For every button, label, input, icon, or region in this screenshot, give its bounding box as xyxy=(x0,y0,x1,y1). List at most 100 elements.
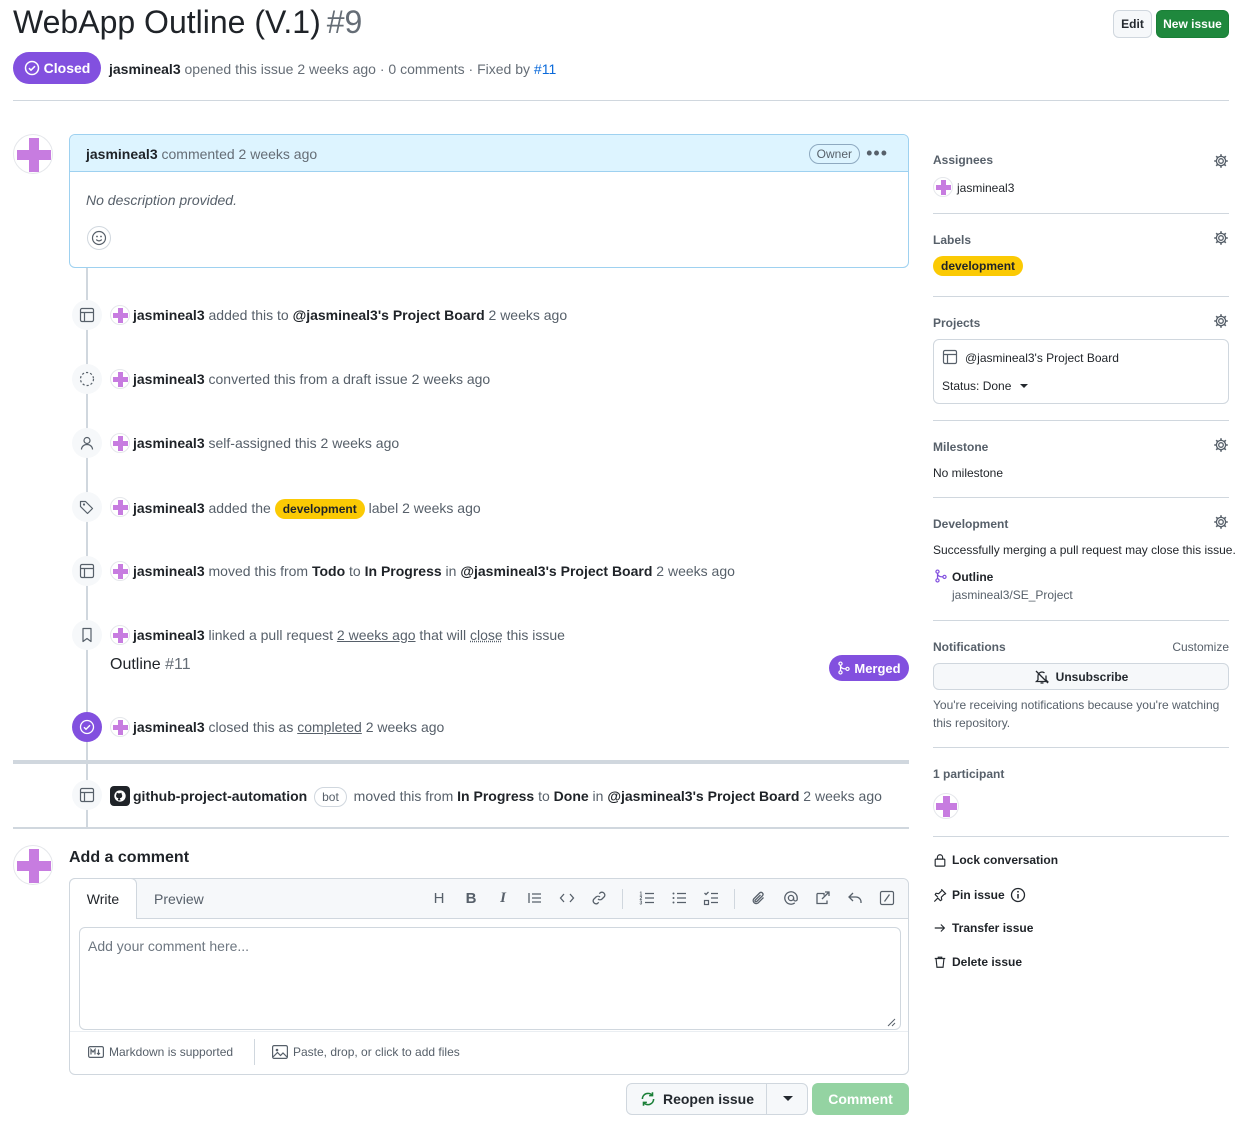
delete-issue[interactable]: Delete issue xyxy=(933,955,1022,969)
avatar[interactable] xyxy=(110,497,130,517)
trash-icon xyxy=(934,956,946,968)
reopen-issue-main[interactable]: Reopen issue xyxy=(627,1084,767,1114)
avatar[interactable] xyxy=(933,793,959,819)
bold-icon[interactable]: B xyxy=(462,889,480,907)
project-link[interactable]: @jasmineal3's Project Board xyxy=(460,563,652,579)
avatar[interactable] xyxy=(13,134,53,174)
projects-section: Projects xyxy=(933,313,1229,330)
event-user[interactable]: jasmineal3 xyxy=(133,563,205,579)
event-time[interactable]: 2 weeks ago xyxy=(656,563,735,579)
tab-write[interactable]: Write xyxy=(69,878,137,919)
customize-link[interactable]: Customize xyxy=(1172,640,1229,654)
completed-link[interactable]: completed xyxy=(297,719,362,735)
chevron-down-icon[interactable] xyxy=(1020,384,1028,388)
linked-pr-name[interactable]: Outline xyxy=(952,570,993,584)
info-icon[interactable] xyxy=(1010,887,1026,903)
timeline-event: jasmineal3 converted this from a draft i… xyxy=(133,371,490,387)
labels-heading[interactable]: Labels xyxy=(933,233,1229,247)
task-list-icon[interactable] xyxy=(702,889,720,907)
author-link[interactable]: jasmineal3 xyxy=(109,61,181,77)
lock-conversation[interactable]: Lock conversation xyxy=(933,853,1058,867)
avatar[interactable] xyxy=(110,305,130,325)
gear-icon[interactable] xyxy=(1213,437,1229,453)
event-user[interactable]: jasmineal3 xyxy=(133,371,205,387)
event-text: in xyxy=(445,563,457,579)
label-development[interactable]: development xyxy=(274,499,365,519)
table-icon xyxy=(72,780,102,810)
event-text: to xyxy=(538,788,550,804)
linked-pr[interactable]: Outline #11 xyxy=(110,656,191,674)
issue-comment: jasmineal3 commented 2 weeks ago Owner •… xyxy=(69,134,909,268)
cross-reference-icon[interactable] xyxy=(814,889,832,907)
comment-submit-button[interactable]: Comment xyxy=(812,1083,909,1115)
project-link[interactable]: @jasmineal3's Project Board xyxy=(293,307,485,323)
project-name[interactable]: @jasmineal3's Project Board xyxy=(965,351,1119,365)
column-from: Todo xyxy=(311,563,346,579)
tag-icon xyxy=(72,492,102,522)
fixed-by-link[interactable]: #11 xyxy=(534,61,556,77)
event-time[interactable]: 2 weeks ago xyxy=(337,627,416,643)
reopen-issue-button[interactable]: Reopen issue xyxy=(626,1083,808,1115)
add-reaction-button[interactable] xyxy=(87,226,111,250)
paperclip-icon[interactable] xyxy=(750,889,768,907)
avatar[interactable] xyxy=(110,625,130,645)
github-icon[interactable] xyxy=(110,786,130,806)
linked-pr-repo[interactable]: jasmineal3/SE_Project xyxy=(952,588,1073,602)
edit-button[interactable]: Edit xyxy=(1113,10,1152,38)
event-user[interactable]: github-project-automation xyxy=(133,788,307,804)
reply-icon[interactable] xyxy=(846,889,864,907)
label-development[interactable]: development xyxy=(933,256,1024,276)
transfer-issue[interactable]: Transfer issue xyxy=(933,921,1033,935)
bookmark-icon xyxy=(72,620,102,650)
projects-heading[interactable]: Projects xyxy=(933,316,1229,330)
mention-icon[interactable] xyxy=(782,889,800,907)
event-time[interactable]: 2 weeks ago xyxy=(803,788,882,804)
gear-icon[interactable] xyxy=(1213,313,1229,329)
avatar[interactable] xyxy=(110,433,130,453)
event-user[interactable]: jasmineal3 xyxy=(133,307,205,323)
event-time[interactable]: 2 weeks ago xyxy=(489,307,568,323)
unordered-list-icon[interactable] xyxy=(670,889,688,907)
avatar[interactable] xyxy=(933,177,953,197)
quote-icon[interactable] xyxy=(526,889,544,907)
avatar[interactable] xyxy=(110,717,130,737)
slash-commands-icon[interactable] xyxy=(878,889,896,907)
event-user[interactable]: jasmineal3 xyxy=(133,719,205,735)
event-time[interactable]: 2 weeks ago xyxy=(366,719,445,735)
link-icon[interactable] xyxy=(590,889,608,907)
code-icon[interactable] xyxy=(558,889,576,907)
unsubscribe-button[interactable]: Unsubscribe xyxy=(933,663,1229,690)
pr-title[interactable]: Outline xyxy=(110,656,161,673)
avatar[interactable] xyxy=(13,845,53,885)
gear-icon[interactable] xyxy=(1213,230,1229,246)
gear-icon[interactable] xyxy=(1213,514,1229,530)
timeline-event: jasmineal3 added this to @jasmineal3's P… xyxy=(133,307,567,323)
event-text: added the xyxy=(208,500,271,516)
milestone-heading[interactable]: Milestone xyxy=(933,440,1229,454)
attach-files[interactable]: Paste, drop, or click to add files xyxy=(272,1045,460,1059)
avatar[interactable] xyxy=(110,561,130,581)
project-link[interactable]: @jasmineal3's Project Board xyxy=(607,788,799,804)
development-heading[interactable]: Development xyxy=(933,517,1229,531)
comment-time[interactable]: commented 2 weeks ago xyxy=(162,146,318,162)
event-user[interactable]: jasmineal3 xyxy=(133,500,205,516)
gear-icon[interactable] xyxy=(1213,153,1229,169)
event-user[interactable]: jasmineal3 xyxy=(133,627,205,643)
ordered-list-icon[interactable]: 123 xyxy=(638,889,656,907)
resize-handle-icon[interactable] xyxy=(886,1017,896,1027)
comment-author[interactable]: jasmineal3 xyxy=(86,146,158,162)
assignee-name[interactable]: jasmineal3 xyxy=(957,181,1014,195)
pin-issue[interactable]: Pin issue xyxy=(933,887,1026,903)
new-issue-button[interactable]: New issue xyxy=(1156,10,1229,38)
assignees-heading[interactable]: Assignees xyxy=(933,153,1229,167)
markdown-hint[interactable]: Markdown is supported xyxy=(88,1045,233,1059)
heading-icon[interactable]: H xyxy=(430,889,448,907)
event-user[interactable]: jasmineal3 xyxy=(133,435,205,451)
tab-preview[interactable]: Preview xyxy=(154,891,204,907)
project-status[interactable]: Status: Done xyxy=(942,379,1011,393)
comment-textarea[interactable]: Add your comment here... xyxy=(79,927,901,1030)
avatar[interactable] xyxy=(110,369,130,389)
chevron-down-icon[interactable] xyxy=(783,1096,793,1101)
more-options-icon[interactable]: ••• xyxy=(866,143,888,164)
italic-icon[interactable]: I xyxy=(494,889,512,907)
